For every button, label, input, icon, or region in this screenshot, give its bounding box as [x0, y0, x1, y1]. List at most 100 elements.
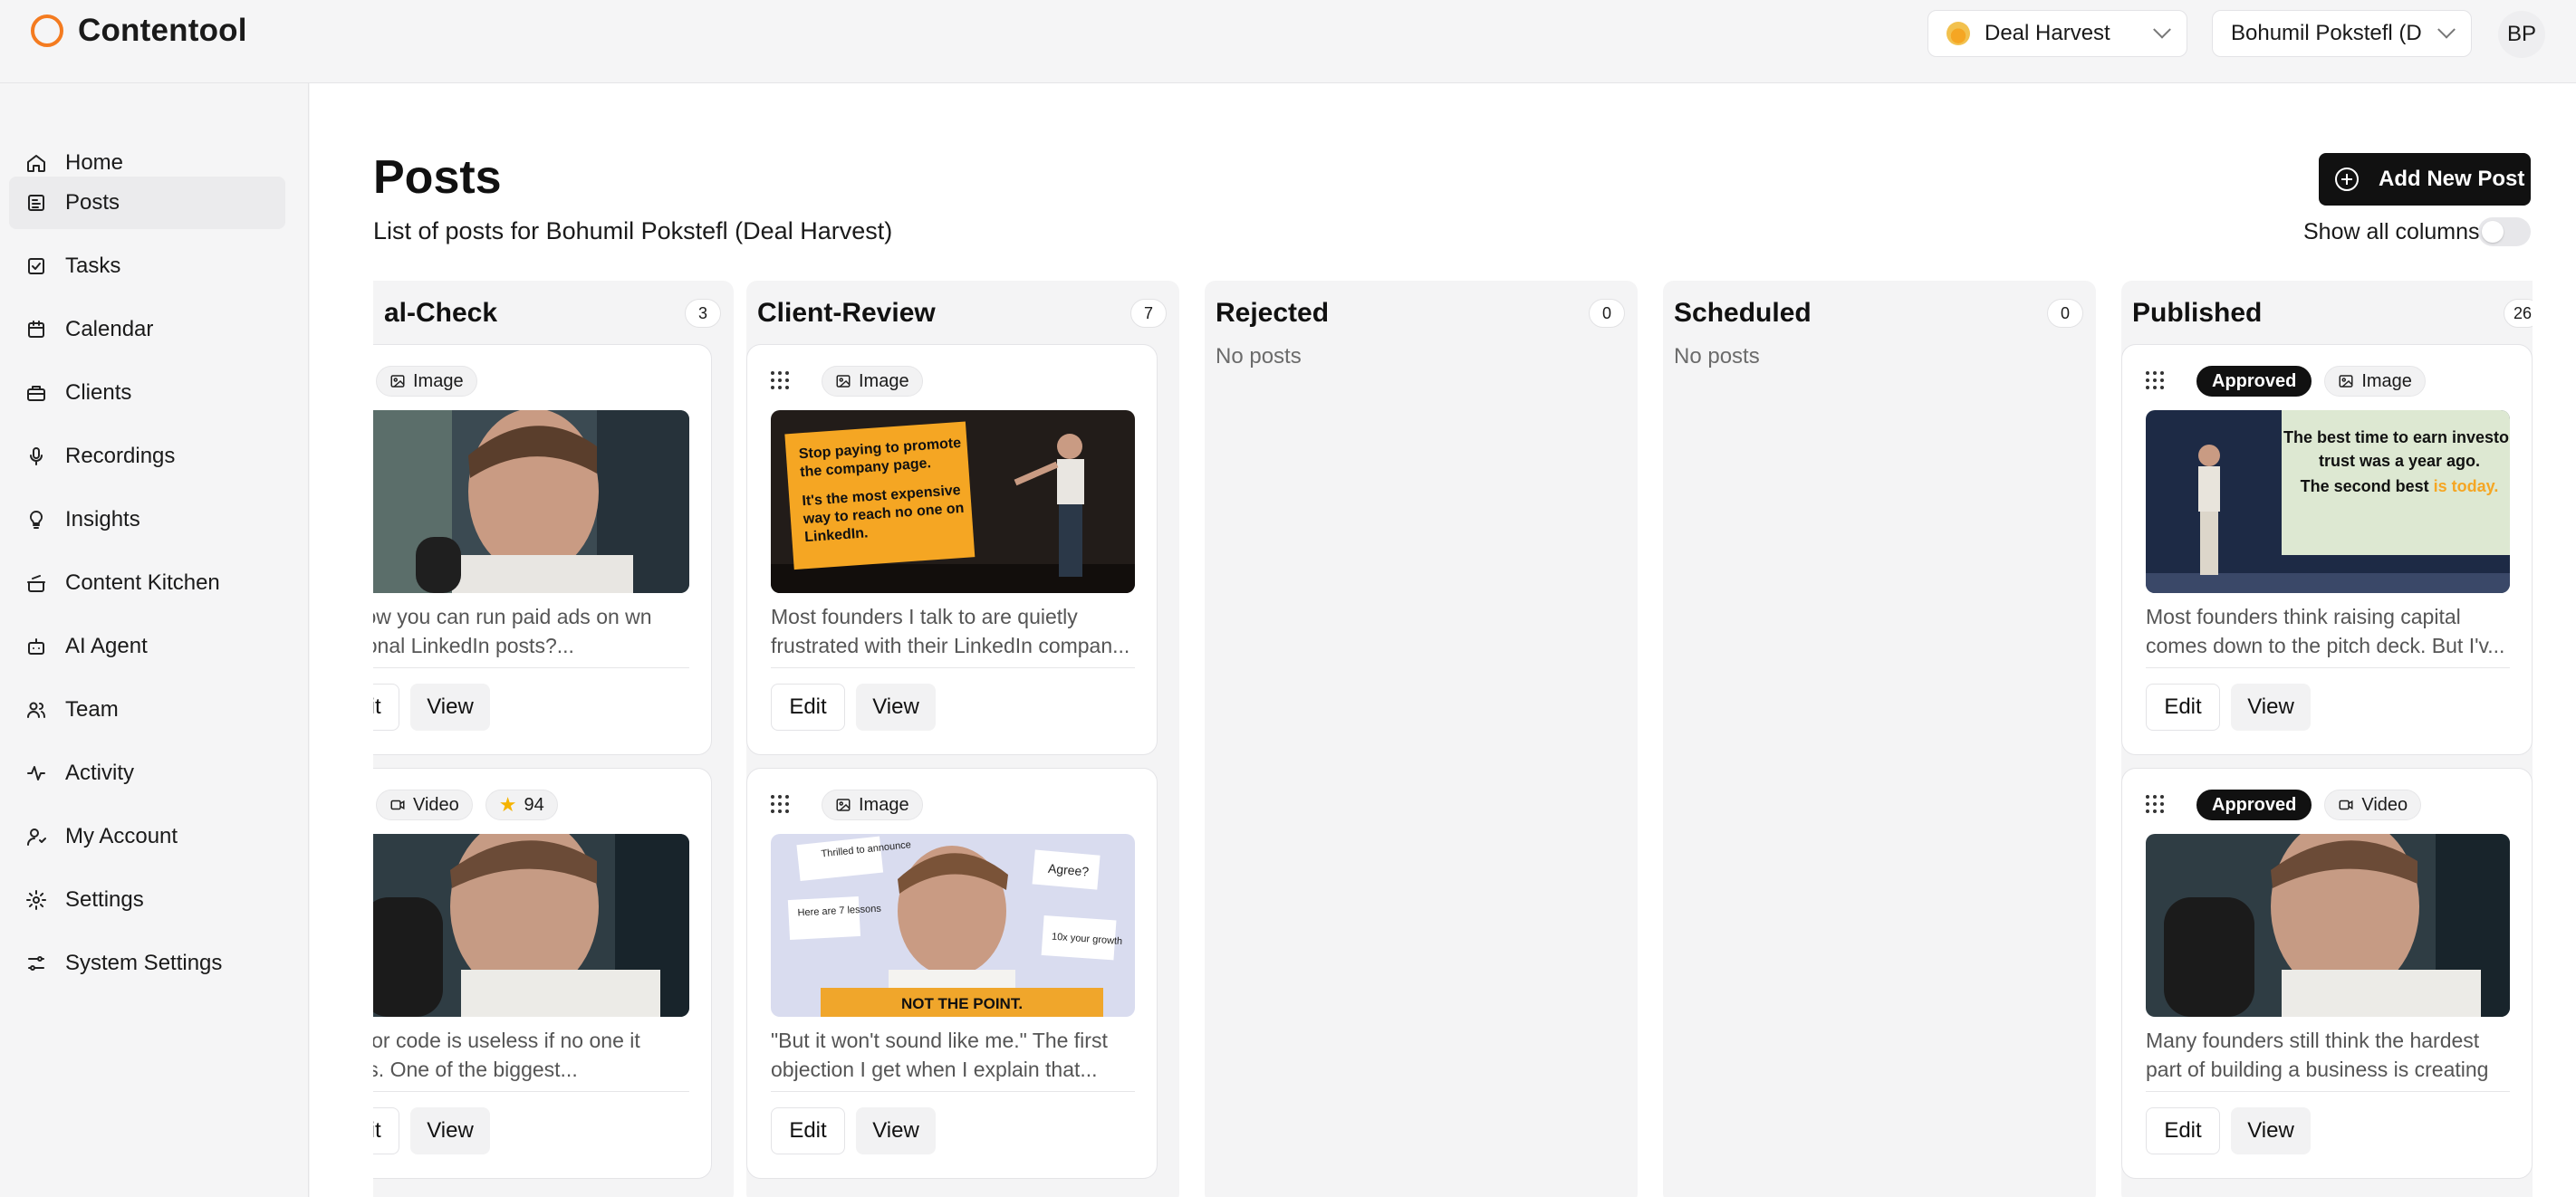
top-header: Contentool Deal Harvest Bohumil Pokstefl…	[0, 0, 2576, 83]
post-excerpt: Many founders still think the hardest pa…	[2146, 1029, 2489, 1081]
card-divider	[2146, 667, 2510, 668]
edit-button[interactable]: Edit	[2146, 684, 2220, 731]
sidebar-item-label: Recordings	[65, 444, 176, 468]
sidebar: Home Posts Tasks Calendar Clients Record…	[0, 83, 309, 1197]
drag-handle-icon[interactable]	[771, 371, 791, 391]
post-card[interactable]: Image Stop paying to promote the company…	[746, 344, 1158, 755]
video-icon	[390, 800, 405, 810]
card-tags: Image	[771, 365, 923, 397]
team-icon	[25, 699, 47, 721]
drag-handle-icon[interactable]	[771, 795, 791, 815]
chevron-down-icon	[2153, 20, 2171, 39]
sidebar-item-label: My Account	[65, 824, 178, 848]
post-card[interactable]: Approved Image The best time to earn inv…	[2121, 344, 2533, 755]
column-scheduled: Scheduled 0 No posts	[1663, 281, 2096, 1197]
app-name: Contentool	[78, 13, 247, 48]
post-excerpt: Most founders I talk to are quietly frus…	[771, 605, 1130, 657]
image-icon	[390, 375, 405, 388]
media-type-badge: Image	[2324, 366, 2426, 397]
media-type-badge: Image	[822, 790, 923, 820]
post-card[interactable]: Approved Video Many founders still think…	[2121, 768, 2533, 1179]
edit-button[interactable]: Edit	[373, 684, 399, 731]
sidebar-item-my-account[interactable]: My Account	[9, 810, 285, 863]
sidebar-item-label: Calendar	[65, 317, 154, 341]
column-count-badge: 0	[2047, 299, 2083, 328]
add-new-post-button[interactable]: Add New Post	[2319, 153, 2531, 206]
drag-handle-icon[interactable]	[2146, 795, 2166, 815]
show-all-columns-label: Show all columns	[2303, 219, 2480, 244]
sidebar-item-label: Clients	[65, 380, 132, 405]
post-thumbnail[interactable]: Thrilled to announce Agree? Here are 7 l…	[771, 834, 1135, 1017]
sidebar-item-calendar[interactable]: Calendar	[9, 303, 285, 356]
drag-handle-icon[interactable]	[2146, 371, 2166, 391]
column-rejected: Rejected 0 No posts	[1205, 281, 1638, 1197]
column-title: Rejected	[1216, 298, 1330, 328]
column-title: Scheduled	[1674, 298, 1812, 328]
edit-button[interactable]: Edit	[771, 684, 845, 731]
add-new-post-label: Add New Post	[2379, 167, 2525, 191]
post-thumbnail[interactable]	[2146, 834, 2510, 1017]
post-card[interactable]: Image Thrilled to announce Agree? Here a…	[746, 768, 1158, 1179]
sidebar-item-label: Insights	[65, 507, 140, 531]
lightbulb-icon	[25, 509, 47, 531]
svg-text:NOT THE POINT.: NOT THE POINT.	[901, 995, 1023, 1012]
user-avatar[interactable]: BP	[2498, 11, 2545, 58]
media-type-badge: Video	[376, 790, 473, 820]
sidebar-item-team[interactable]: Team	[9, 684, 285, 736]
sidebar-item-label: AI Agent	[65, 634, 148, 658]
sidebar-item-clients[interactable]: Clients	[9, 367, 285, 419]
post-card[interactable]: Video ★94 uperior code is useless if no …	[373, 768, 712, 1179]
page-title: Posts	[373, 151, 502, 204]
image-icon	[836, 799, 851, 811]
sliders-icon	[25, 953, 47, 974]
sidebar-item-recordings[interactable]: Recordings	[9, 430, 285, 483]
main-content: Posts List of posts for Bohumil Pokstefl…	[310, 83, 2576, 1197]
approved-badge: Approved	[2196, 790, 2312, 820]
view-button[interactable]: View	[410, 684, 490, 731]
kitchen-icon	[25, 572, 47, 594]
show-all-columns-toggle[interactable]	[2478, 217, 2531, 246]
card-tags: Approved Video	[2146, 789, 2422, 821]
media-type-badge: Image	[376, 366, 477, 397]
sidebar-item-activity[interactable]: Activity	[9, 747, 285, 800]
post-thumbnail[interactable]: The best time to earn investor trust was…	[2146, 410, 2510, 593]
sidebar-item-label: Home	[65, 150, 124, 175]
gear-icon	[25, 889, 47, 911]
view-button[interactable]: View	[2231, 684, 2311, 731]
sidebar-item-settings[interactable]: Settings	[9, 874, 285, 926]
view-button[interactable]: View	[856, 684, 936, 731]
sidebar-item-content-kitchen[interactable]: Content Kitchen	[9, 557, 285, 609]
post-thumbnail[interactable]	[373, 410, 689, 593]
column-header: Published 26	[2132, 293, 2533, 333]
view-button[interactable]: View	[2231, 1107, 2311, 1154]
sidebar-item-label: Settings	[65, 887, 144, 912]
sidebar-item-posts[interactable]: Posts	[9, 177, 285, 229]
post-card[interactable]: Image u know you can run paid ads on wn …	[373, 344, 712, 755]
view-button[interactable]: View	[856, 1107, 936, 1154]
client-select[interactable]: Bohumil Pokstefl (Deal Harvest)	[2212, 10, 2472, 57]
posts-icon	[25, 192, 47, 214]
column-count-badge: 0	[1589, 299, 1625, 328]
card-tags: Video ★ 94	[373, 789, 558, 821]
sidebar-item-ai-agent[interactable]: AI Agent	[9, 620, 285, 673]
kanban-board: al-Check 3 Image w you can run paid ads …	[373, 281, 2533, 1197]
organization-select[interactable]: Deal Harvest	[1927, 10, 2187, 57]
column-title: Published	[2132, 298, 2263, 328]
sidebar-item-system-settings[interactable]: System Settings	[9, 937, 285, 990]
column-header: Rejected 0	[1216, 293, 1625, 333]
sidebar-item-label: Activity	[65, 761, 135, 785]
organization-select-value: Deal Harvest	[1985, 21, 2110, 45]
sidebar-item-insights[interactable]: Insights	[9, 493, 285, 546]
view-button[interactable]: View	[410, 1107, 490, 1154]
approved-badge: Approved	[2196, 366, 2312, 397]
edit-button[interactable]: Edit	[2146, 1107, 2220, 1154]
edit-button[interactable]: Edit	[771, 1107, 845, 1154]
card-tags: Approved Image	[2146, 365, 2426, 397]
chevron-down-icon	[2437, 20, 2456, 39]
post-thumbnail[interactable]	[373, 834, 689, 1017]
edit-button[interactable]: Edit	[373, 1107, 399, 1154]
sidebar-item-tasks[interactable]: Tasks	[9, 240, 285, 292]
post-thumbnail[interactable]: Stop paying to promote the company page.…	[771, 410, 1135, 593]
app-logo[interactable]: Contentool	[31, 13, 247, 49]
tasks-icon	[25, 255, 47, 277]
